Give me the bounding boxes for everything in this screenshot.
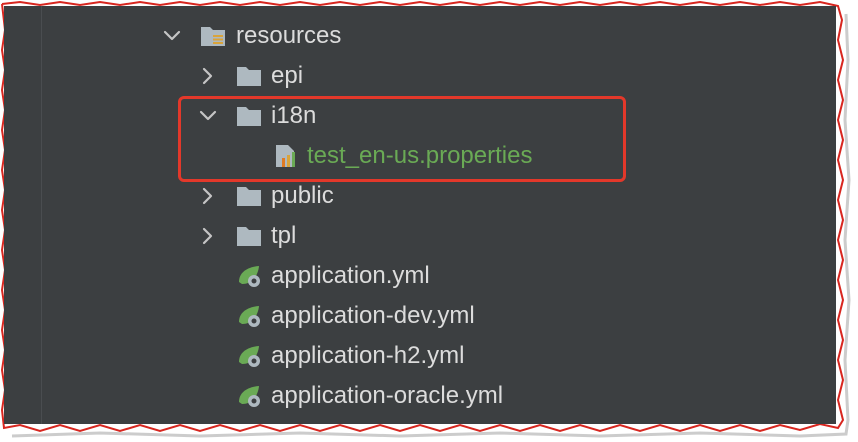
tree-node-resources[interactable]: resources: [4, 16, 836, 56]
chevron-right-icon[interactable]: [198, 186, 218, 206]
tree-label-application-h2-yml: application-h2.yml: [271, 342, 465, 369]
chevron-right-icon[interactable]: [198, 226, 218, 246]
tree-label-public: public: [271, 182, 334, 209]
tree-node-tpl[interactable]: tpl: [4, 216, 836, 256]
spring-leaf-icon: [239, 346, 260, 367]
tree-node-public[interactable]: public: [4, 176, 836, 216]
tree-label-application-oracle-yml: application-oracle.yml: [271, 382, 504, 409]
tree-node-application-h2-yml[interactable]: application-h2.yml: [4, 336, 836, 376]
chevron-right-icon[interactable]: [198, 66, 218, 86]
tree-label-tpl: tpl: [271, 222, 297, 249]
tree-label-resources: resources: [236, 22, 342, 49]
tree-node-application-dev-yml[interactable]: application-dev.yml: [4, 296, 836, 336]
folder-icon: [237, 187, 261, 206]
chevron-down-icon[interactable]: [162, 26, 182, 46]
spring-leaf-icon: [239, 266, 260, 287]
resources-folder-icon: [201, 27, 225, 46]
tree-node-epi[interactable]: epi: [4, 56, 836, 96]
highlight-box: [178, 96, 626, 182]
tree-node-application-oracle-yml[interactable]: application-oracle.yml: [4, 376, 836, 416]
spring-leaf-icon: [239, 306, 260, 327]
tree-label-epi: epi: [271, 62, 304, 89]
project-tree-panel: resources epi i18n test_en-us.properties: [4, 6, 836, 424]
folder-icon: [237, 67, 261, 86]
tree-node-application-yml[interactable]: application.yml: [4, 256, 836, 296]
spring-leaf-icon: [239, 386, 260, 407]
folder-icon: [237, 227, 261, 246]
tree-label-application-yml: application.yml: [271, 262, 430, 289]
tree-label-application-dev-yml: application-dev.yml: [271, 302, 475, 329]
